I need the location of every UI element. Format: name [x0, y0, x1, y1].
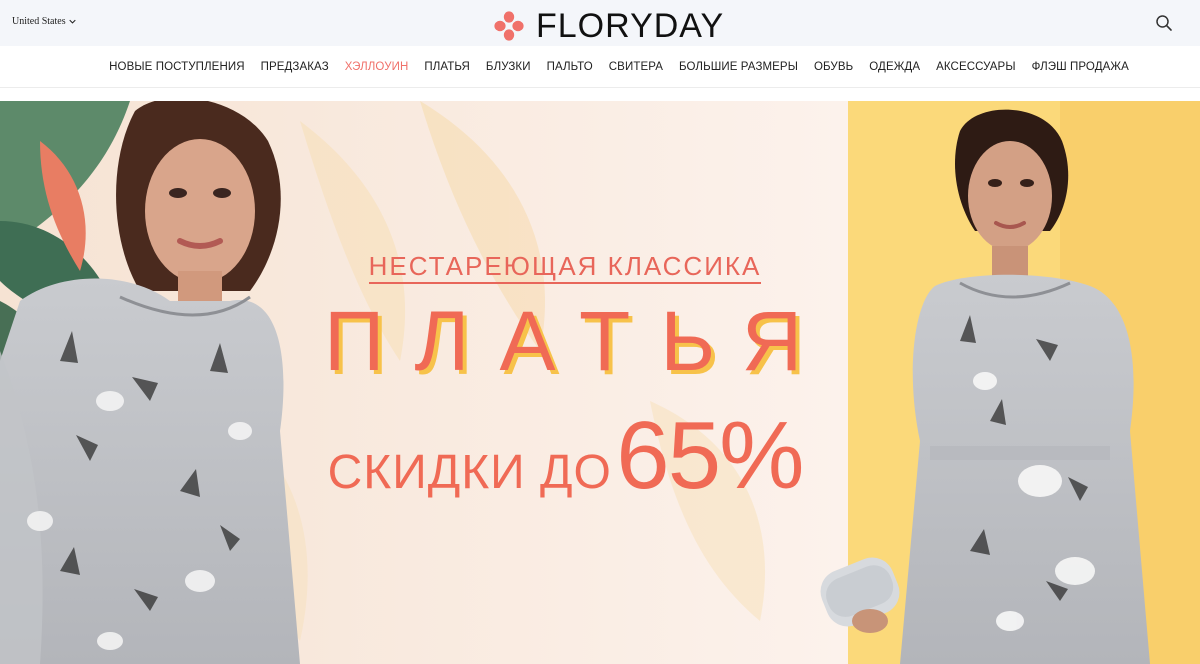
nav-item[interactable]: СВИТЕРА	[601, 61, 671, 73]
main-nav: НОВЫЕ ПОСТУПЛЕНИЯ ПРЕДЗАКАЗ ХЭЛЛОУИН ПЛАТЬЯ…	[0, 46, 1200, 88]
nav-item[interactable]: БЛУЗКИ	[478, 61, 539, 73]
nav-item[interactable]: ПАЛЬТО	[539, 61, 601, 73]
nav-item[interactable]: ОДЕЖДА	[861, 61, 928, 73]
banner-subtitle: НЕСТАРЕЮЩАЯ КЛАССИКА	[300, 251, 830, 284]
hero-banner[interactable]: НЕСТАРЕЮЩАЯ КЛАССИКА ПЛАТЬЯ СКИДКИ ДО 65…	[0, 101, 1200, 664]
banner-offer: СКИДКИ ДО 65%	[300, 401, 830, 511]
top-bar: United States FLORYDAY	[0, 0, 1200, 46]
nav-list: НОВЫЕ ПОСТУПЛЕНИЯ ПРЕДЗАКАЗ ХЭЛЛОУИН ПЛАТЬЯ…	[0, 46, 1200, 88]
nav-item[interactable]: ПРЕДЗАКАЗ	[253, 61, 337, 73]
region-selector[interactable]: United States	[12, 16, 76, 27]
banner-title: ПЛАТЬЯ	[324, 294, 833, 388]
search-icon[interactable]	[1155, 14, 1173, 32]
nav-item[interactable]: ПЛАТЬЯ	[416, 61, 478, 73]
nav-item[interactable]: ХЭЛЛОУИН	[337, 61, 417, 73]
site-logo[interactable]: FLORYDAY	[492, 6, 724, 46]
flower-logo-icon	[494, 11, 524, 41]
chevron-down-icon	[68, 19, 76, 24]
nav-item[interactable]: БОЛЬШИЕ РАЗМЕРЫ	[671, 61, 806, 73]
offer-value: 65%	[616, 402, 804, 509]
nav-item[interactable]: ОБУВЬ	[806, 61, 861, 73]
nav-item[interactable]: АКСЕССУАРЫ	[928, 61, 1024, 73]
offer-prefix: СКИДКИ ДО	[327, 446, 612, 499]
nav-item[interactable]: ФЛЭШ ПРОДАЖА	[1024, 61, 1137, 73]
logo-text: FLORYDAY	[536, 7, 725, 45]
banner-subtitle-text: НЕСТАРЕЮЩАЯ КЛАССИКА	[368, 251, 762, 284]
region-label: United States	[12, 16, 66, 27]
nav-item[interactable]: НОВЫЕ ПОСТУПЛЕНИЯ	[101, 61, 253, 73]
